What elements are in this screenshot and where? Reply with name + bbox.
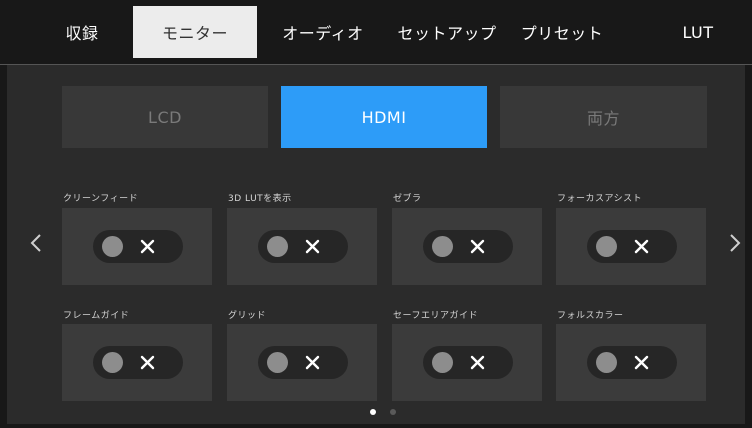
both-button[interactable]: 両方 [500, 86, 707, 148]
toggle-knob [432, 236, 453, 257]
x-icon [470, 355, 485, 370]
x-icon [470, 239, 485, 254]
x-icon [634, 355, 649, 370]
zebra-tile[interactable] [392, 208, 542, 285]
focus-assist-tile[interactable] [556, 208, 706, 285]
frame-guides-label: フレームガイド [63, 311, 130, 321]
display-3d-lut-label: 3D LUTを表示 [228, 194, 292, 204]
toggle-knob [267, 236, 288, 257]
safe-area-guide-tile[interactable] [392, 324, 542, 401]
tab-record[interactable]: 収録 [36, 6, 128, 58]
x-icon [305, 239, 320, 254]
frame-guides-toggle[interactable] [93, 346, 183, 379]
grid-toggle[interactable] [258, 346, 348, 379]
x-icon [140, 355, 155, 370]
grid-tile[interactable] [227, 324, 377, 401]
focus-assist-toggle[interactable] [587, 230, 677, 263]
top-menu-bar: 収録 モニター オーディオ セットアップ プリセット LUT [0, 0, 752, 65]
tab-setup[interactable]: セットアップ [388, 6, 506, 58]
clean-feed-tile[interactable] [62, 208, 212, 285]
x-icon [140, 239, 155, 254]
zebra-label: ゼブラ [393, 194, 422, 204]
false-color-toggle[interactable] [587, 346, 677, 379]
x-icon [305, 355, 320, 370]
toggle-knob [102, 352, 123, 373]
x-icon [634, 239, 649, 254]
tab-lut[interactable]: LUT [660, 6, 736, 58]
safe-area-guide-label: セーフエリアガイド [393, 311, 478, 321]
display-3d-lut-toggle[interactable] [258, 230, 348, 263]
focus-assist-label: フォーカスアシスト [557, 194, 643, 204]
lcd-button[interactable]: LCD [62, 86, 268, 148]
display-3d-lut-tile[interactable] [227, 208, 377, 285]
chevron-left-icon[interactable] [27, 225, 47, 261]
tab-audio[interactable]: オーディオ [262, 6, 384, 58]
false-color-label: フォルスカラー [557, 311, 624, 321]
grid-label: グリッド [228, 311, 267, 321]
clean-feed-toggle[interactable] [93, 230, 183, 263]
safe-area-guide-toggle[interactable] [423, 346, 513, 379]
tab-monitor[interactable]: モニター [133, 6, 257, 58]
page-dot-inactive[interactable] [390, 409, 396, 415]
tab-presets[interactable]: プリセット [510, 6, 614, 58]
toggle-knob [596, 352, 617, 373]
false-color-tile[interactable] [556, 324, 706, 401]
toggle-knob [267, 352, 288, 373]
hdmi-button[interactable]: HDMI [281, 86, 487, 148]
chevron-right-icon[interactable] [724, 225, 744, 261]
page-dot-active[interactable] [370, 409, 376, 415]
toggle-knob [596, 236, 617, 257]
toggle-knob [432, 352, 453, 373]
clean-feed-label: クリーンフィード [63, 194, 139, 204]
zebra-toggle[interactable] [423, 230, 513, 263]
frame-guides-tile[interactable] [62, 324, 212, 401]
toggle-knob [102, 236, 123, 257]
